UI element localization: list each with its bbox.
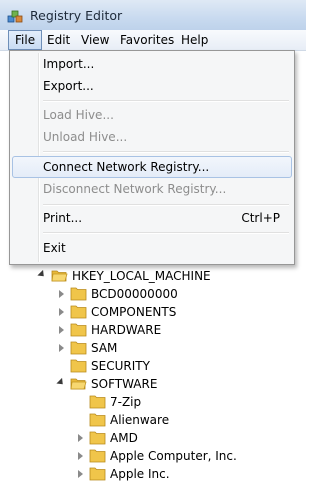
window-title: Registry Editor [30,8,123,23]
tree-node[interactable]: 7-Zip [0,393,306,411]
expand-arrow-icon[interactable] [78,434,83,442]
menu-item-shortcut: Ctrl+P [241,211,280,225]
menu-item-label: Connect Network Registry... [43,160,210,174]
expand-arrow-icon[interactable] [56,377,66,388]
tree-node-software[interactable]: SOFTWARE [0,375,306,393]
folder-icon [70,323,87,337]
menu-edit[interactable]: Edit [41,31,76,49]
tree-node[interactable]: HARDWARE [0,321,306,339]
expand-arrow-icon[interactable] [78,470,83,478]
folder-icon [70,359,87,373]
menu-item-label: Import... [43,57,95,71]
menu-item-export[interactable]: Export... [12,75,290,97]
folder-icon [89,413,106,427]
expand-arrow-icon[interactable] [59,290,64,298]
menu-separator [43,151,289,153]
tree-node-label: HKEY_LOCAL_MACHINE [72,269,211,283]
tree-node[interactable]: Apple Inc. [0,465,306,483]
menu-help[interactable]: Help [175,31,214,49]
tree-node[interactable]: AMD [0,429,306,447]
menu-item-label: Unload Hive... [43,130,128,144]
menu-item-label: Load Hive... [43,108,114,122]
registry-editor-icon [7,10,23,23]
menu-item-load-hive[interactable]: Load Hive... [12,104,290,126]
folder-icon [70,305,87,319]
tree-node-label: HARDWARE [91,323,162,337]
tree-node[interactable]: Alienware [0,411,306,429]
tree-node-label: 7-Zip [110,395,142,409]
menu-favorites[interactable]: Favorites [114,31,180,49]
menu-item-label: Print... [43,211,83,225]
menu-item-label: Disconnect Network Registry... [43,182,227,196]
tree-node-label: BCD00000000 [91,287,178,301]
expand-arrow-icon[interactable] [78,452,83,460]
menu-item-import[interactable]: Import... [12,53,290,75]
file-menu-dropdown: Import... Export... Load Hive... Unload … [9,50,295,265]
menu-separator [43,232,289,234]
menu-file[interactable]: File [8,30,43,50]
tree-node-label: SAM [91,341,118,355]
tree-node-label: Apple Computer, Inc. [110,449,237,463]
folder-open-icon [70,378,87,390]
tree-node-label: SECURITY [91,359,150,373]
expand-arrow-icon[interactable] [59,308,64,316]
expand-arrow-icon[interactable] [37,269,47,280]
menu-item-exit[interactable]: Exit [12,237,290,259]
title-bar: Registry Editor [0,0,306,33]
folder-icon [70,341,87,355]
menu-item-label: Exit [43,241,66,255]
tree-node-label: Alienware [110,413,170,427]
folder-icon [89,395,106,409]
folder-icon [89,449,106,463]
menu-separator [43,204,289,206]
folder-icon [70,287,87,301]
menu-item-disconnect-network-registry[interactable]: Disconnect Network Registry... [12,178,290,200]
tree-node-label: Apple Inc. [110,467,170,481]
menu-item-print[interactable]: Print... Ctrl+P [12,207,290,229]
expand-arrow-icon[interactable] [59,344,64,352]
tree-node[interactable]: Apple Computer, Inc. [0,447,306,465]
tree-node-hklm[interactable]: HKEY_LOCAL_MACHINE [0,267,306,285]
tree-node-label: COMPONENTS [91,305,177,319]
tree-node[interactable]: SECURITY [0,357,306,375]
menu-item-connect-network-registry[interactable]: Connect Network Registry... [12,156,292,178]
tree-node-label: SOFTWARE [91,377,158,391]
menu-bar: File Edit View Favorites Help [0,30,306,51]
tree-node[interactable]: SAM [0,339,306,357]
folder-icon [89,467,106,481]
folder-open-icon [51,270,68,282]
menu-item-label: Export... [43,79,94,93]
folder-icon [89,431,106,445]
tree-node-label: AMD [110,431,138,445]
menu-item-unload-hive[interactable]: Unload Hive... [12,126,290,148]
menu-view[interactable]: View [75,31,115,49]
menu-separator [43,100,289,102]
tree-node[interactable]: COMPONENTS [0,303,306,321]
expand-arrow-icon[interactable] [59,326,64,334]
tree-node[interactable]: BCD00000000 [0,285,306,303]
